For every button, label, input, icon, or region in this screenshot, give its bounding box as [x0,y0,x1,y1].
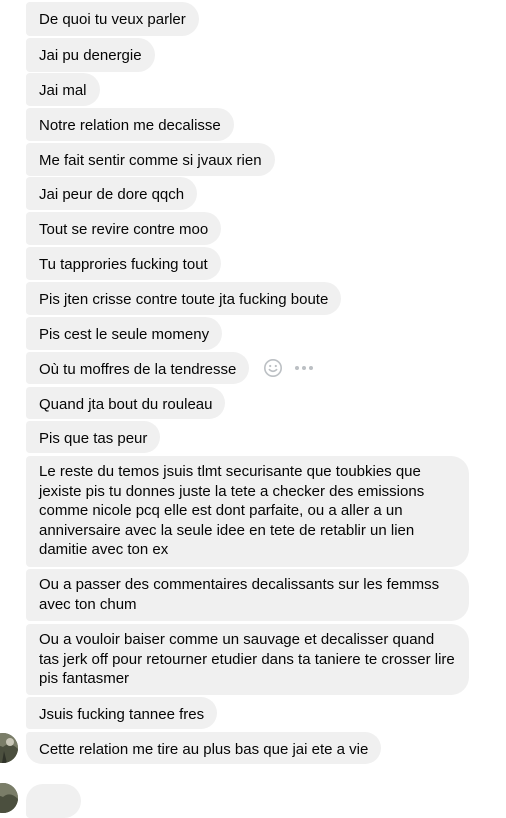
message-bubble[interactable]: Quand jta bout du rouleau [26,387,226,419]
message-hover-actions [263,358,315,378]
message-bubble[interactable]: Pis jten crisse contre toute jta fucking… [26,282,342,315]
message-bubble[interactable]: Jai mal [26,73,100,106]
message-bubble[interactable]: Notre relation me decalisse [26,108,234,141]
message-bubble[interactable]: Cette relation me tire au plus bas que j… [26,732,382,764]
message-bubble-partial[interactable] [26,784,81,818]
message-bubble[interactable]: Me fait sentir comme si jvaux rien [26,143,275,176]
message-bubble[interactable]: Pis cest le seule momeny [26,317,223,350]
message-bubble[interactable]: Le reste du temos jsuis tlmt securisante… [26,456,469,567]
message-bubble[interactable]: Tout se revire contre moo [26,212,222,245]
message-bubble[interactable]: Ou a vouloir baiser comme un sauvage et … [26,624,469,695]
avatar-photo-icon [0,733,18,763]
more-options-button[interactable] [293,358,315,378]
message-thread: De quoi tu veux parler Jai pu denergie J… [0,0,506,818]
message-bubble[interactable]: Jai peur de dore qqch [26,177,198,210]
sender-avatar[interactable] [0,783,18,813]
message-bubble[interactable]: Jsuis fucking tannee fres [26,697,218,729]
message-bubble[interactable]: Jai pu denergie [26,38,155,72]
message-bubble[interactable]: Ou a passer des commentaires decalissant… [26,569,469,621]
message-bubble[interactable]: Pis que tas peur [26,421,161,453]
message-bubble[interactable]: Où tu moffres de la tendresse [26,352,250,384]
message-bubble[interactable]: De quoi tu veux parler [26,2,199,36]
sender-avatar[interactable] [0,733,18,763]
react-button[interactable] [263,358,283,378]
message-bubble[interactable]: Tu tapprories fucking tout [26,247,221,280]
avatar-photo-icon [0,783,18,813]
smiley-icon [264,359,282,377]
more-dots-icon [295,366,313,370]
